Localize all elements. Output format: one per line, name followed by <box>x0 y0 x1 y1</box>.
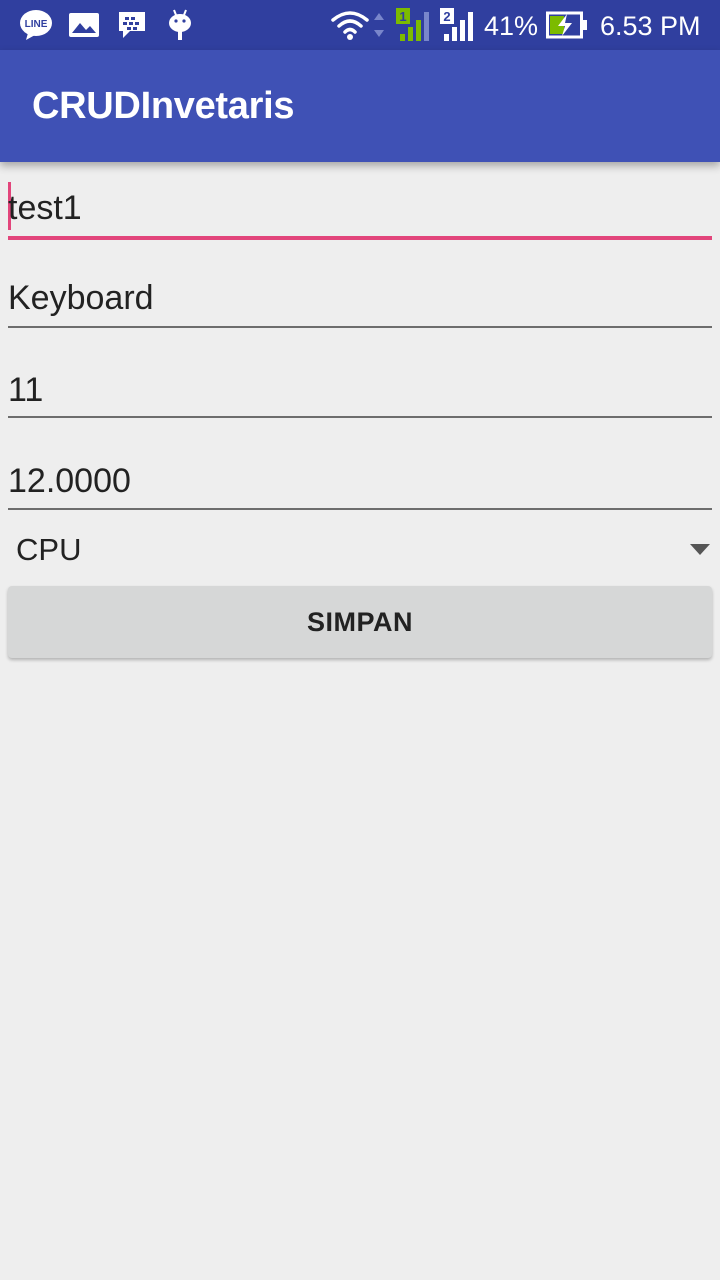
android-debug-icon <box>166 8 194 42</box>
item-field-value: Keyboard <box>8 279 154 317</box>
sim1-signal-icon: 1 <box>394 8 432 42</box>
line-app-icon: LINE <box>18 8 54 42</box>
battery-charging-icon <box>546 8 588 42</box>
name-field-value: test1 <box>8 189 82 227</box>
price-field-underline <box>8 508 712 510</box>
price-field-value: 12.0000 <box>8 462 131 500</box>
app-bar: CRUDInvetaris <box>0 50 720 162</box>
quantity-field-value: 11 <box>8 371 44 409</box>
sim1-label: 1 <box>399 9 406 24</box>
dropdown-arrow-icon <box>690 544 710 555</box>
quantity-field-underline <box>8 416 712 418</box>
bbm-icon <box>116 8 148 42</box>
save-button[interactable]: SIMPAN <box>8 586 712 658</box>
clock-time: 6.53 PM <box>600 11 701 41</box>
category-spinner-value: CPU <box>16 532 82 567</box>
save-button-label: SIMPAN <box>306 606 413 637</box>
wifi-icon <box>330 8 370 42</box>
sim2-signal-icon: 2 <box>438 8 476 42</box>
quantity-field[interactable]: 11 <box>8 348 712 418</box>
price-field[interactable]: 12.0000 <box>8 440 712 510</box>
sim2-label: 2 <box>443 9 450 24</box>
name-field[interactable]: test1 <box>8 170 712 240</box>
line-label: LINE <box>25 19 48 30</box>
gallery-icon <box>68 8 100 42</box>
app-title: CRUDInvetaris <box>32 85 295 127</box>
name-field-underline <box>8 236 712 240</box>
item-field[interactable]: Keyboard <box>8 258 712 328</box>
battery-percent: 41% <box>484 11 539 41</box>
category-spinner[interactable]: CPU <box>8 520 712 580</box>
item-field-underline <box>8 326 712 328</box>
data-activity-icon <box>372 8 386 42</box>
status-bar: LINE 1 2 41% 6.53 PM <box>0 0 720 50</box>
